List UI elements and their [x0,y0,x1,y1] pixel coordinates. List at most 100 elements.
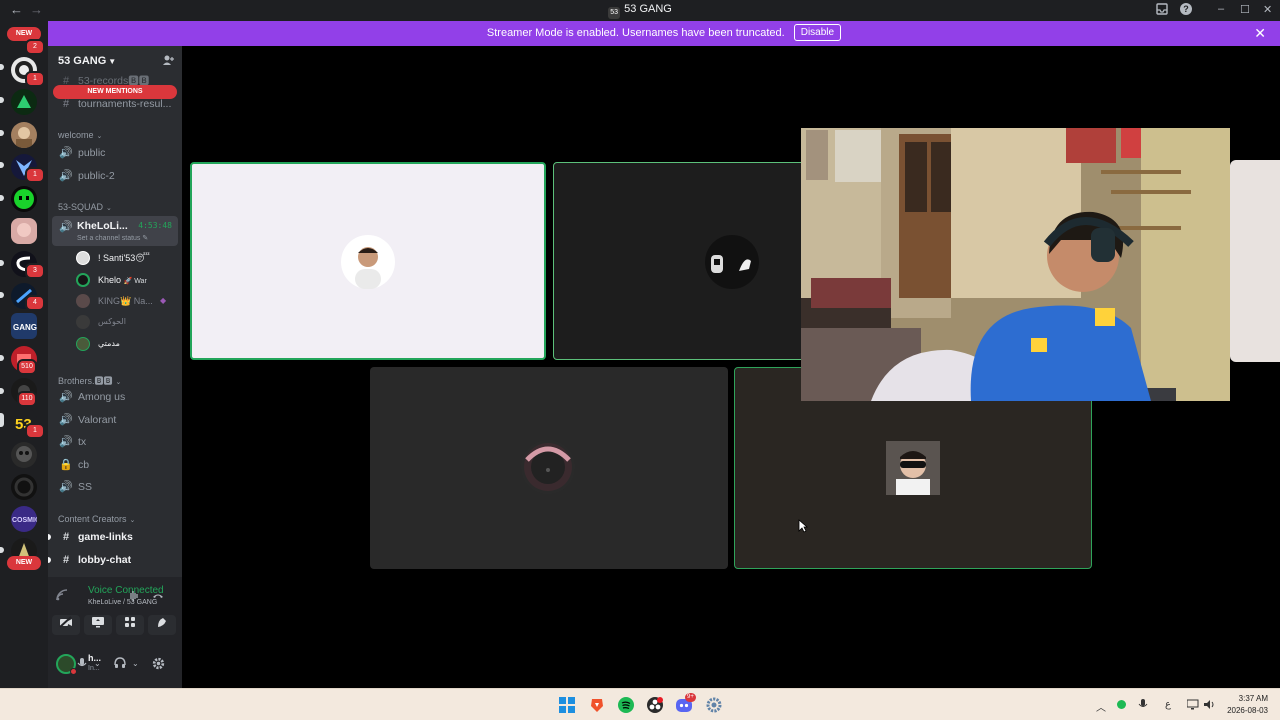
member-name: KING👑 Na... [98,296,153,306]
screen-share-button[interactable] [84,615,112,635]
voice-channel-cb[interactable]: 🔒 cb [52,455,178,475]
streamer-mode-banner: Streamer Mode is enabled. Usernames have… [48,21,1280,46]
new-mentions-pill[interactable]: NEW MENTIONS [53,85,177,99]
soundboard-button[interactable] [148,615,176,635]
voice-channel-among-us[interactable]: 🔊 Among us [52,387,178,407]
active-voice-name: KheLoLi... [77,220,128,232]
user-panel: Voice Connected KheLoLive / 53 GANG h...… [48,577,182,688]
channel-status-hint[interactable]: Set a channel status ✎ [77,234,148,242]
voice-channel-public-2[interactable]: 🔊 public-2 [52,166,178,186]
server-icon-5[interactable] [11,186,37,212]
unread-badge: 1 [25,71,45,87]
category-53-squad[interactable]: 53-SQUAD ⌄ [58,202,112,212]
channel-label: game-links [78,531,133,543]
close-banner-icon[interactable]: ✕ [1254,21,1266,46]
voice-channel-public[interactable]: 🔊 public [52,143,178,163]
window-title: 53 53 GANG [0,3,1280,19]
voice-channel-ss[interactable]: 🔊 SS [52,477,178,497]
microphone-icon[interactable] [76,657,88,672]
speaker-icon: 🔊 [59,414,73,426]
volume-icon[interactable] [1203,699,1215,713]
microphone-tray-icon[interactable] [1138,699,1148,714]
gear-icon[interactable] [152,657,165,673]
inbox-icon[interactable] [1156,3,1168,18]
help-icon[interactable]: ? [1180,3,1192,15]
speaker-icon: 🔊 [59,170,73,182]
language-indicator[interactable]: ع [1165,699,1171,710]
close-window-button[interactable]: ✕ [1263,3,1272,16]
unread-indicator [0,130,4,136]
clock-time: 3:37 AM [1238,694,1268,703]
server-icon-9[interactable]: GANG [11,313,37,339]
server-icon-13[interactable] [11,474,37,500]
unread-indicator [0,388,4,394]
unread-indicator [0,162,4,168]
window-title-text: 53 GANG [624,3,672,15]
server-icon-2[interactable] [11,89,37,115]
voice-channel-valorant[interactable]: 🔊 Valorant [52,410,178,430]
server-icon-3[interactable] [11,122,37,148]
system-clock[interactable]: 3:37 AM 2026-08-03 [1227,693,1268,717]
channel-label: tournaments-resul... [78,98,172,110]
unread-badge: 1 [25,423,45,439]
participant-tile[interactable] [190,162,546,360]
show-hidden-icons-chevron[interactable]: ︿ [1096,699,1106,714]
member-name: Khelo 🚀 War [98,270,147,292]
maximize-button[interactable]: ☐ [1240,3,1250,16]
text-channel-lobby-chat[interactable]: # lobby-chat [52,550,178,570]
participant-tile[interactable] [1230,160,1280,362]
category-welcome[interactable]: welcome ⌄ [58,130,102,140]
participant-tile[interactable] [370,367,728,569]
chevron-down-icon[interactable]: ⌄ [94,659,101,668]
channel-label: SS [78,481,93,493]
clock-date: 2026-08-03 [1227,706,1268,715]
unread-badge: 510 [17,359,37,375]
noise-suppression-icon[interactable] [128,590,140,605]
settings-app-icon[interactable] [706,697,722,713]
invite-people-icon[interactable] [162,54,174,69]
voice-location[interactable]: KheLoLive / 53 GANG [88,599,157,606]
avatar [76,337,90,351]
activities-button[interactable] [116,615,144,635]
channel-label: lobby-chat [78,554,132,566]
category-content-creators[interactable]: Content Creators ⌄ [58,514,135,524]
start-menu-icon[interactable] [559,697,575,713]
obs-icon[interactable] [647,697,663,713]
disconnect-icon[interactable] [152,590,164,605]
channel-label: public [78,147,106,159]
category-brothers[interactable]: Brothers.🅱🅱 ⌄ [58,374,121,387]
selected-indicator [0,413,4,427]
new-servers-pill-bottom[interactable]: NEW [7,556,41,570]
server-icon-6[interactable] [11,218,37,244]
spotify-icon[interactable] [618,697,634,713]
speaker-icon: 🔊 [59,391,73,403]
brave-browser-icon[interactable] [589,697,605,713]
unread-indicator [0,547,4,553]
avatar [76,273,90,287]
network-icon[interactable] [1186,699,1199,713]
unread-indicator [0,64,4,70]
connection-signal-icon[interactable] [56,589,70,604]
tray-app-icon[interactable] [1117,700,1126,709]
chevron-down-icon[interactable]: ⌄ [132,659,139,668]
server-icon-12[interactable] [11,442,37,468]
category-label: Content Creators [58,514,127,524]
member-name: مدمتي [98,339,120,348]
server-icon-14[interactable]: COSMIC [11,506,37,532]
chevron-down-icon: ▼ [108,57,117,66]
camera-off-button[interactable] [52,615,80,635]
avatar [341,235,395,289]
svg-text:GANG: GANG [13,323,37,332]
minimize-button[interactable]: – [1218,3,1224,15]
text-channel-game-links[interactable]: # game-links [52,527,178,547]
headphones-icon[interactable] [114,657,126,672]
avatar [886,441,940,495]
stream-preview[interactable] [801,128,1230,401]
active-voice-channel[interactable]: 🔊 KheLoLi... 4:53:48 Set a channel statu… [52,216,178,246]
unread-indicator [48,534,51,540]
member-name: الحوكس [98,317,126,326]
disable-streamer-mode-button[interactable]: Disable [793,24,842,41]
voice-channel-tx[interactable]: 🔊 tx [52,432,178,452]
speaker-icon: 🔊 [59,481,73,493]
discord-icon[interactable]: 9+ [676,693,696,713]
